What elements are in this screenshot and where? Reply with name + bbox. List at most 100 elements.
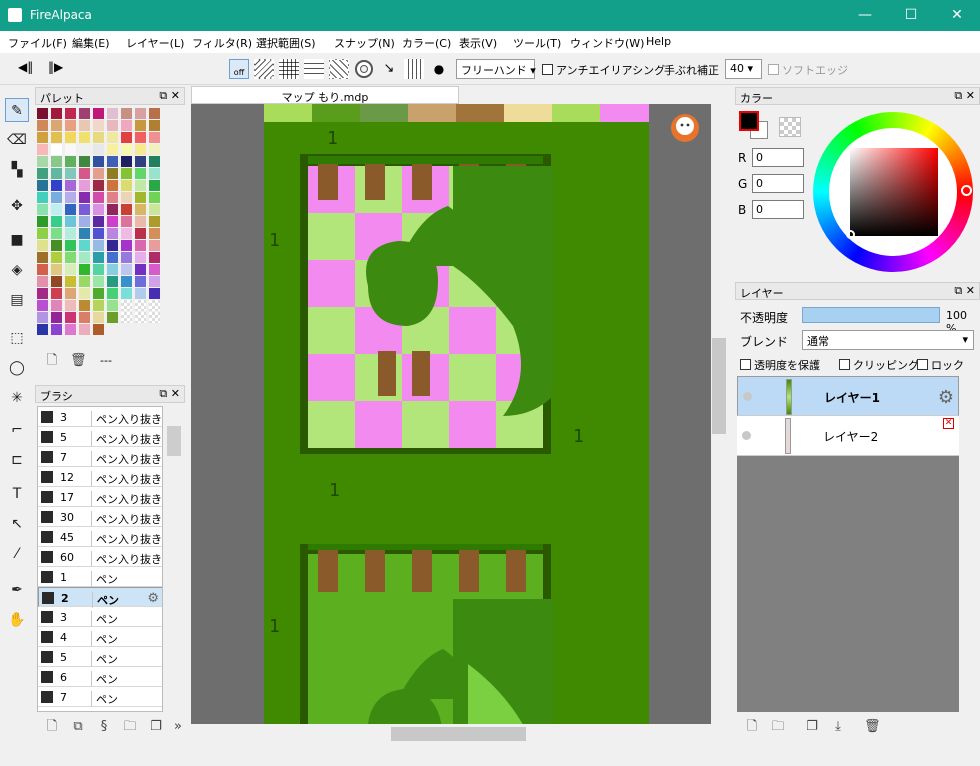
palette-swatch[interactable] [149, 252, 160, 263]
palette-swatch[interactable] [79, 300, 90, 311]
palette-swatch[interactable] [107, 252, 118, 263]
palette-swatch[interactable] [93, 204, 104, 215]
palette-swatch[interactable] [79, 276, 90, 287]
palette-swatch[interactable] [135, 300, 146, 311]
brush-more-icon[interactable]: » [170, 719, 186, 735]
menu-view[interactable]: 表示(V) [459, 35, 497, 51]
palette-swatch[interactable] [135, 240, 146, 251]
palette-swatch[interactable] [51, 216, 62, 227]
select-pen-icon[interactable]: ⌐ [5, 418, 29, 442]
stabilizer-select[interactable]: 40 ▾ [725, 59, 762, 79]
palette-swatch[interactable] [51, 120, 62, 131]
hue-marker[interactable] [961, 185, 972, 196]
brush-scroll-thumb[interactable] [167, 426, 181, 456]
palette-swatch[interactable] [37, 168, 48, 179]
palette-swatch[interactable] [51, 180, 62, 191]
palette-swatch[interactable] [107, 156, 118, 167]
brush-folder-icon[interactable]: 🗀 [122, 719, 138, 735]
g-input[interactable]: 0 [752, 174, 804, 193]
palette-swatch[interactable] [149, 168, 160, 179]
palette-swatch[interactable] [149, 240, 160, 251]
palette-swatch[interactable] [37, 324, 48, 335]
palette-swatch[interactable] [65, 276, 76, 287]
brush-item[interactable]: 3 ペン入り抜き [38, 407, 162, 427]
palette-swatch[interactable] [135, 228, 146, 239]
palette-swatch[interactable] [121, 252, 132, 263]
palette-swatch[interactable] [79, 264, 90, 275]
palette-swatch[interactable] [51, 288, 62, 299]
palette-swatch[interactable] [107, 300, 118, 311]
palette-swatch[interactable] [121, 108, 132, 119]
brush-item[interactable]: 7 ペン入り抜き [38, 447, 162, 467]
layer-row[interactable]: レイヤー2 ✕ [737, 416, 959, 456]
palette-swatch[interactable] [135, 156, 146, 167]
palette-swatch[interactable] [37, 264, 48, 275]
palette-swatch[interactable] [93, 228, 104, 239]
palette-swatch[interactable] [51, 264, 62, 275]
blend-select[interactable]: 通常 ▾ [802, 330, 974, 350]
palette-swatch[interactable] [135, 108, 146, 119]
brush-panel-controls[interactable]: ⧉ ✕ [159, 387, 180, 401]
brush-item[interactable]: 1 ペン [38, 567, 162, 587]
divide-tool-icon[interactable]: ⁄ [5, 542, 29, 566]
palette-swatch[interactable] [65, 228, 76, 239]
palette-swatch[interactable] [121, 240, 132, 251]
palette-swatch[interactable] [107, 168, 118, 179]
menu-color[interactable]: カラー(C) [402, 35, 451, 51]
layer-visibility-icon[interactable] [743, 392, 752, 401]
brush-item[interactable]: 3 ペン [38, 607, 162, 627]
palette-swatch[interactable] [51, 204, 62, 215]
palette-swatch[interactable] [107, 180, 118, 191]
lasso-tool-icon[interactable]: ◯ [5, 356, 29, 380]
palette-swatch[interactable] [93, 264, 104, 275]
palette-swatch[interactable] [107, 144, 118, 155]
bucket-tool-icon[interactable]: ◈ [5, 258, 29, 282]
palette-swatch[interactable] [93, 240, 104, 251]
canvas-vscroll-thumb[interactable] [712, 338, 726, 434]
palette-swatch[interactable] [51, 276, 62, 287]
menu-filter[interactable]: フィルタ(R) [192, 35, 252, 51]
palette-swatch[interactable] [107, 192, 118, 203]
palette-swatch[interactable] [79, 252, 90, 263]
palette-swatch[interactable] [93, 276, 104, 287]
menu-help[interactable]: Help [646, 35, 671, 48]
brush-item[interactable]: 2 ペン ⚙ [38, 587, 162, 608]
layer-delete-icon[interactable]: 🗑 [864, 719, 881, 735]
brush-script-icon[interactable]: § [96, 719, 112, 735]
layer-new-icon[interactable]: 🗋 [744, 719, 760, 735]
palette-swatch[interactable] [135, 264, 146, 275]
palette-swatch[interactable] [93, 120, 104, 131]
palette-swatch[interactable] [93, 144, 104, 155]
palette-swatch[interactable] [51, 300, 62, 311]
palette-swatch[interactable] [51, 168, 62, 179]
palette-swatch[interactable] [37, 132, 48, 143]
palette-swatch[interactable] [65, 204, 76, 215]
palette-swatch[interactable] [37, 192, 48, 203]
palette-swatch[interactable] [93, 156, 104, 167]
palette-swatch[interactable] [65, 156, 76, 167]
select-eraser-icon[interactable]: ⊏ [5, 448, 29, 472]
brush-item[interactable]: 4 ペン [38, 627, 162, 647]
layer-scrollbar[interactable] [960, 376, 976, 712]
palette-swatch[interactable] [65, 264, 76, 275]
brush-item[interactable]: 60 ペン入り抜き [38, 547, 162, 567]
palette-panel-controls[interactable]: ⧉ ✕ [159, 89, 180, 103]
palette-swatch[interactable] [149, 228, 160, 239]
palette-swatch[interactable] [79, 204, 90, 215]
palette-swatch[interactable] [65, 252, 76, 263]
eraser-tool-icon[interactable]: ⌫ [5, 128, 29, 152]
palette-swatch[interactable] [51, 240, 62, 251]
brush-item[interactable]: 6 ペン [38, 667, 162, 687]
palette-swatch[interactable] [93, 324, 104, 335]
palette-swatch[interactable] [93, 192, 104, 203]
palette-swatch[interactable] [135, 132, 146, 143]
palette-swatch[interactable] [135, 252, 146, 263]
palette-swatch[interactable] [37, 216, 48, 227]
prev-icon[interactable]: ◀‖ [18, 60, 33, 80]
palette-swatch[interactable] [79, 132, 90, 143]
palette-swatch[interactable] [93, 216, 104, 227]
palette-swatch[interactable] [149, 108, 160, 119]
minimize-button[interactable]: — [842, 0, 888, 31]
palette-swatch[interactable] [121, 132, 132, 143]
palette-swatch[interactable] [51, 156, 62, 167]
